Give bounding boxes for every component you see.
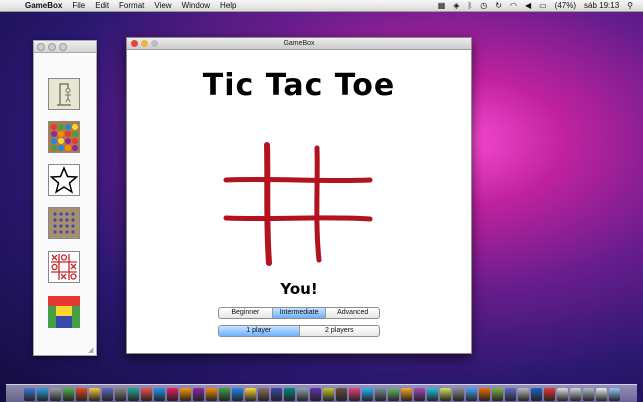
dock-app-icon[interactable]: [166, 388, 178, 401]
resize-grip-icon[interactable]: ◢: [88, 347, 95, 354]
pegs-icon[interactable]: [48, 207, 80, 239]
dock-app-icon[interactable]: [36, 388, 48, 401]
colors-icon[interactable]: [48, 296, 80, 328]
dock-app-icon[interactable]: [465, 388, 477, 401]
dock-app-icon[interactable]: [361, 388, 373, 401]
dock-app-icon[interactable]: [309, 388, 321, 401]
board-line-vertical-left: [264, 142, 272, 266]
menu-bar: GameBox File Edit Format View Window Hel…: [0, 0, 643, 12]
status-tray: ▦ ◈ ᛒ ◷ ↻ ◠ ◀ ▭ (47%) sáb 19:13 ⚲: [434, 0, 643, 11]
palette-minimize-icon[interactable]: [48, 42, 56, 51]
dock-app-icon[interactable]: [491, 388, 503, 401]
dock-app-icon[interactable]: [140, 388, 152, 401]
dock-app-icon[interactable]: [192, 388, 204, 401]
star-icon[interactable]: [48, 164, 80, 196]
dock-app-icon[interactable]: [75, 388, 87, 401]
dock-app-icon[interactable]: [400, 388, 412, 401]
dock-app-icon[interactable]: [582, 388, 594, 401]
game-palette-window: ◢: [33, 40, 97, 356]
game-title: Tic Tac Toe: [202, 68, 396, 103]
dock-app-icon[interactable]: [322, 388, 334, 401]
menu-edit[interactable]: Edit: [90, 0, 114, 11]
dock-app-icon[interactable]: [374, 388, 386, 401]
window-titlebar[interactable]: GameBox: [127, 38, 471, 50]
players-selector: 1 player 2 players: [218, 325, 380, 337]
volume-icon[interactable]: ◀: [521, 0, 535, 11]
menu-window[interactable]: Window: [177, 0, 215, 11]
dock-app-icon[interactable]: [439, 388, 451, 401]
dock-app-icon[interactable]: [478, 388, 490, 401]
dock-app-icon[interactable]: [114, 388, 126, 401]
sync-icon[interactable]: ↻: [491, 0, 506, 11]
dock-app-icon[interactable]: [387, 388, 399, 401]
dock-app-icon[interactable]: [426, 388, 438, 401]
menu-app-name[interactable]: GameBox: [20, 0, 67, 11]
dock-app-icon[interactable]: [101, 388, 113, 401]
dock-app-icon[interactable]: [335, 388, 347, 401]
dock-app-icon[interactable]: [244, 388, 256, 401]
difficulty-beginner[interactable]: Beginner: [219, 308, 273, 318]
dock-app-icon[interactable]: [179, 388, 191, 401]
palette-titlebar[interactable]: [34, 41, 96, 53]
gems-icon[interactable]: [48, 121, 80, 153]
dock-app-icon[interactable]: [88, 388, 100, 401]
dock-app-icon[interactable]: [595, 388, 607, 401]
board-line-vertical-right: [314, 145, 322, 263]
dock-app-icon[interactable]: [218, 388, 230, 401]
spotlight-icon[interactable]: ⚲: [623, 0, 637, 11]
players-one[interactable]: 1 player: [219, 326, 300, 336]
dock-app-icon[interactable]: [153, 388, 165, 401]
board-line-horizontal-bottom: [223, 215, 373, 222]
menu-file[interactable]: File: [67, 0, 90, 11]
dock: [6, 384, 637, 402]
dock-app-icon[interactable]: [348, 388, 360, 401]
dock-app-icon[interactable]: [62, 388, 74, 401]
difficulty-selector: Beginner Intermediate Advanced: [218, 307, 380, 319]
dock-app-icon[interactable]: [569, 388, 581, 401]
dock-app-icon[interactable]: [23, 388, 35, 401]
menu-view[interactable]: View: [149, 0, 176, 11]
dock-app-icon[interactable]: [530, 388, 542, 401]
dock-app-icon[interactable]: [608, 388, 620, 401]
dock-app-icon[interactable]: [205, 388, 217, 401]
dock-app-icon[interactable]: [543, 388, 555, 401]
wifi-icon[interactable]: ◠: [506, 0, 521, 11]
players-two[interactable]: 2 players: [300, 326, 380, 336]
dock-app-icon[interactable]: [257, 388, 269, 401]
dock-app-icon[interactable]: [49, 388, 61, 401]
hangman-icon[interactable]: [48, 78, 80, 110]
dock-app-icon[interactable]: [517, 388, 529, 401]
dock-app-icon[interactable]: [556, 388, 568, 401]
menu-format[interactable]: Format: [114, 0, 149, 11]
palette-close-icon[interactable]: [37, 42, 45, 51]
dock-app-icon[interactable]: [270, 388, 282, 401]
dock-app-icon[interactable]: [296, 388, 308, 401]
dock-app-icon[interactable]: [452, 388, 464, 401]
clock[interactable]: sáb 19:13: [580, 0, 623, 11]
dock-app-icon[interactable]: [413, 388, 425, 401]
menu-help[interactable]: Help: [215, 0, 241, 11]
palette-zoom-icon[interactable]: [59, 42, 67, 51]
tictactoe-board[interactable]: [223, 142, 373, 266]
window-title: GameBox: [283, 40, 315, 47]
dock-app-icon[interactable]: [283, 388, 295, 401]
tictactoe-icon[interactable]: [48, 251, 80, 283]
board-line-horizontal-top: [223, 176, 373, 184]
dock-app-icon[interactable]: [231, 388, 243, 401]
grid-icon[interactable]: ▦: [434, 0, 450, 11]
gamebox-window: GameBox Tic Tac Toe You! Beginner Interm…: [126, 37, 472, 354]
dock-app-icon[interactable]: [127, 388, 139, 401]
script-icon[interactable]: ◈: [449, 0, 463, 11]
difficulty-advanced[interactable]: Advanced: [326, 308, 379, 318]
battery-percent: (47%): [554, 1, 576, 10]
bluetooth-icon[interactable]: ᛒ: [463, 0, 476, 11]
battery-icon[interactable]: ▭: [535, 0, 551, 11]
difficulty-intermediate[interactable]: Intermediate: [272, 308, 327, 318]
time-machine-icon[interactable]: ◷: [476, 0, 491, 11]
dock-app-icon[interactable]: [504, 388, 516, 401]
turn-status: You!: [280, 280, 318, 298]
